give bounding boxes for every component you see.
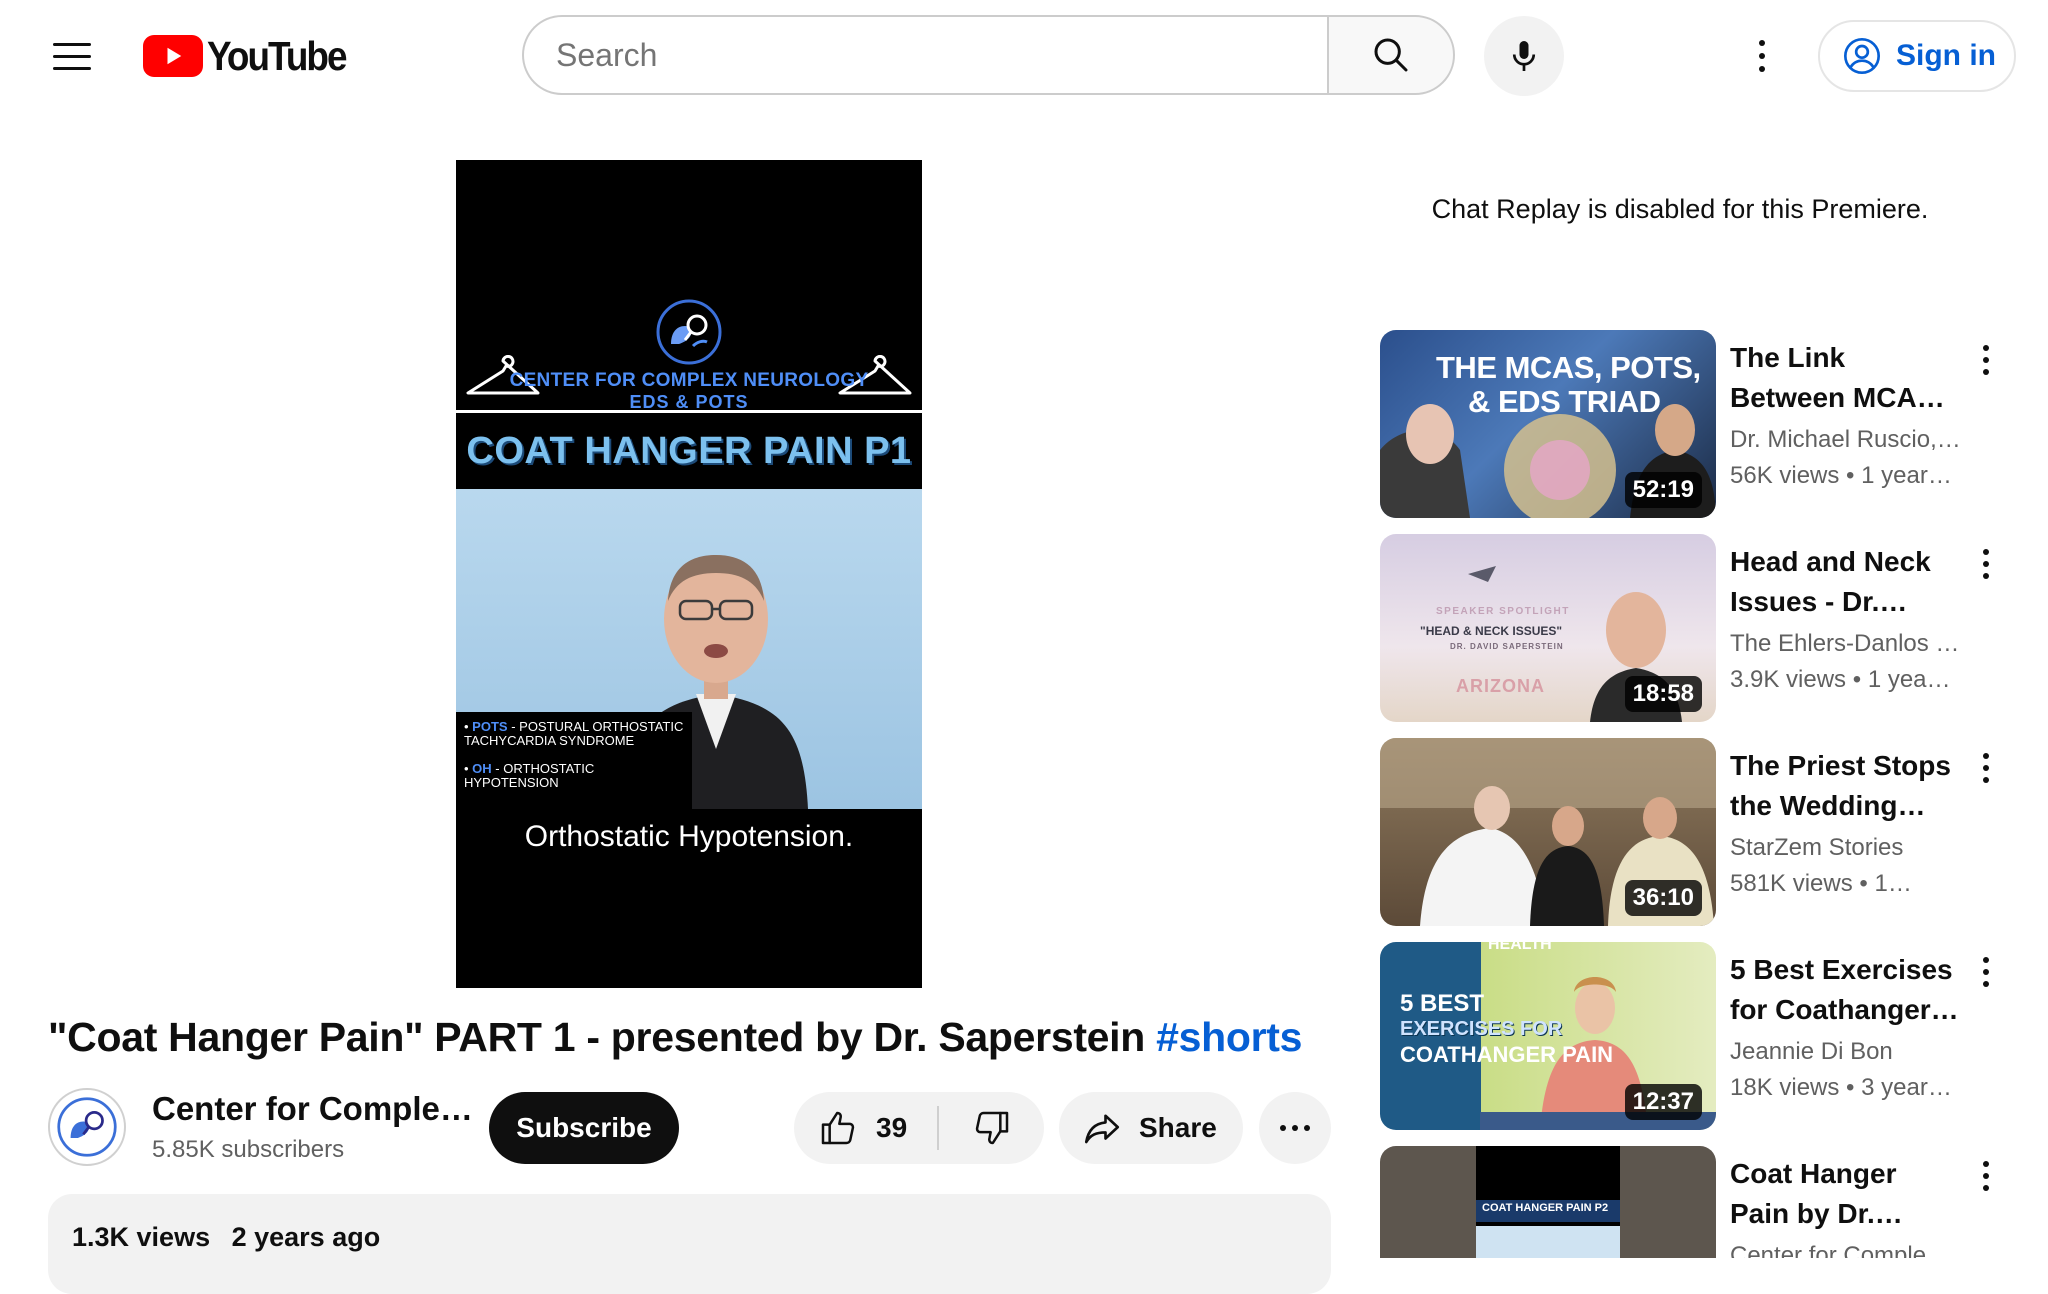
thumbnail-text: EXERCISES FOR [1400, 1018, 1563, 1040]
share-label: Share [1139, 1112, 1217, 1143]
share-icon [1084, 1114, 1120, 1144]
video-duration: 36:10 [1624, 880, 1702, 916]
recommendation-title[interactable]: The Priest Stops the Wedding… [1730, 746, 1962, 826]
more-vert-icon[interactable] [1974, 1156, 1998, 1196]
search-icon [1374, 38, 1408, 72]
video-thumbnail[interactable]: 36:10 [1380, 738, 1716, 926]
recommendation-item: SPEAKER SPOTLIGHT "HEAD & NECK ISSUES" D… [1380, 534, 2000, 724]
thumbnail-text: COAT HANGER PAIN P2 [1482, 1202, 1609, 1214]
description-box[interactable]: 1.3K views 2 years ago [48, 1194, 1331, 1294]
video-title: "Coat Hanger Pain" PART 1 - presented by… [48, 1014, 1303, 1060]
search-button[interactable] [1327, 15, 1455, 95]
recommendation-title[interactable]: The Link Between MCAS, POTS, a… [1730, 338, 1962, 418]
search-box[interactable] [522, 15, 1329, 95]
search-input[interactable] [556, 36, 1329, 74]
top-bar: YouTube Sign in [0, 0, 2048, 112]
overlay-oh: • OH - ORTHOSTATIC HYPOTENSION [464, 761, 595, 790]
divider [937, 1106, 939, 1150]
thumbnail-text: DR. DAVID SAPERSTEIN [1450, 642, 1564, 651]
menu-icon[interactable] [42, 30, 102, 82]
video-duration: 52:19 [1624, 472, 1702, 508]
recommendation-item: THE MCAS, POTS, & EDS TRIAD 52:19 The Li… [1380, 330, 2000, 520]
more-vert-icon[interactable] [1742, 30, 1782, 82]
mic-icon [1512, 41, 1536, 71]
recommendation-meta: 581K views • 1… [1730, 870, 1912, 897]
video-duration: 12:37 [1624, 1084, 1702, 1120]
upload-age: 2 years ago [231, 1222, 381, 1252]
thumbnail-text: COATHANGER PAIN [1400, 1042, 1614, 1067]
recommendation-item: HEALTH 5 BEST EXERCISES FOR COATHANGER P… [1380, 942, 2000, 1132]
thumbnail-text: & EDS TRIAD [1468, 384, 1661, 419]
chat-replay-notice: Chat Replay is disabled for this Premier… [1431, 194, 1929, 224]
thumb-down-icon [975, 1111, 1009, 1145]
recommendation-item: COAT HANGER PAIN P2 Coat Hanger Pain by … [1380, 1146, 2000, 1258]
channel-name[interactable]: Center for Comple… [152, 1090, 473, 1128]
video-player[interactable]: CENTER FOR COMPLEX NEUROLOGY EDS & POTS … [456, 160, 922, 988]
recommendation-title[interactable]: Head and Neck Issues - Dr. Davi… [1730, 542, 1962, 622]
video-thumbnail[interactable]: COAT HANGER PAIN P2 [1380, 1146, 1716, 1258]
thumb-up-icon [821, 1111, 855, 1145]
thumbnail-text: THE MCAS, POTS, [1436, 350, 1701, 385]
title-card-text: COAT HANGER PAIN P1 [466, 429, 912, 472]
voice-search-button[interactable] [1484, 16, 1564, 96]
video-thumbnail[interactable]: HEALTH 5 BEST EXERCISES FOR COATHANGER P… [1380, 942, 1716, 1130]
recommendation-channel[interactable]: Center for Complex… [1730, 1242, 1962, 1258]
more-vert-icon[interactable] [1974, 340, 1998, 380]
recommendation-meta: 3.9K views • 1 yea… [1730, 666, 1951, 693]
recommendation-title[interactable]: 5 Best Exercises for Coathanger… [1730, 950, 1962, 1030]
more-vert-icon[interactable] [1974, 544, 1998, 584]
subscribe-button[interactable]: Subscribe [489, 1092, 679, 1164]
more-vert-icon[interactable] [1974, 748, 1998, 788]
like-count: 39 [876, 1112, 908, 1143]
recommendation-channel[interactable]: StarZem Stories [1730, 834, 1962, 862]
like-dislike-group: 39 [794, 1092, 1044, 1164]
subscriber-count: 5.85K subscribers [152, 1136, 345, 1163]
recommendation-title[interactable]: Coat Hanger Pain by Dr. David… [1730, 1154, 1962, 1234]
title-card: COAT HANGER PAIN P1 [456, 413, 922, 489]
logo-wordmark: YouTube [207, 32, 347, 79]
recommendation-channel[interactable]: The Ehlers-Danlos … [1730, 630, 1962, 658]
recommendation-meta: 56K views • 1 year… [1730, 462, 1952, 489]
dislike-button[interactable] [940, 1092, 1044, 1164]
brain-magnifier-logo-icon [57, 1097, 117, 1157]
youtube-logo[interactable]: YouTube [143, 32, 361, 79]
account-icon [1844, 38, 1880, 74]
thumbnail-text: SPEAKER SPOTLIGHT [1436, 606, 1570, 617]
recommendation-channel[interactable]: Dr. Michael Ruscio,… [1730, 426, 1962, 454]
sign-in-label: Sign in [1896, 39, 1996, 72]
video-thumbnail[interactable]: THE MCAS, POTS, & EDS TRIAD 52:19 [1380, 330, 1716, 518]
recommendation-meta: 18K views • 3 year… [1730, 1074, 1952, 1101]
overlay-pots: • POTS - POSTURAL ORTHOSTATIC TACHYCARDI… [464, 719, 684, 748]
recommendation-channel[interactable]: Jeannie Di Bon [1730, 1038, 1962, 1066]
brain-magnifier-logo-icon [656, 299, 722, 365]
like-button[interactable]: 39 [794, 1092, 938, 1164]
thumbnail-text: ARIZONA [1456, 676, 1545, 696]
video-caption: Orthostatic Hypotension. [524, 820, 854, 853]
view-count: 1.3K views [72, 1222, 211, 1252]
video-duration: 18:58 [1624, 676, 1702, 712]
more-horiz-icon[interactable] [1259, 1092, 1331, 1164]
hashtag-link[interactable]: #shorts [1156, 1014, 1302, 1060]
share-button[interactable]: Share [1059, 1092, 1243, 1164]
thumbnail-text: HEALTH [1488, 942, 1552, 953]
recommendation-item: 36:10 The Priest Stops the Wedding… Star… [1380, 738, 2000, 928]
thumbnail-text: "HEAD & NECK ISSUES" [1420, 624, 1563, 638]
youtube-play-icon [143, 35, 203, 77]
more-vert-icon[interactable] [1974, 952, 1998, 992]
brand-name: CENTER FOR COMPLEX NEUROLOGY [509, 370, 869, 391]
video-thumbnail[interactable]: SPEAKER SPOTLIGHT "HEAD & NECK ISSUES" D… [1380, 534, 1716, 722]
thumbnail-text: 5 BEST [1400, 990, 1485, 1017]
channel-avatar[interactable] [48, 1088, 126, 1166]
sign-in-button[interactable]: Sign in [1818, 20, 2016, 92]
